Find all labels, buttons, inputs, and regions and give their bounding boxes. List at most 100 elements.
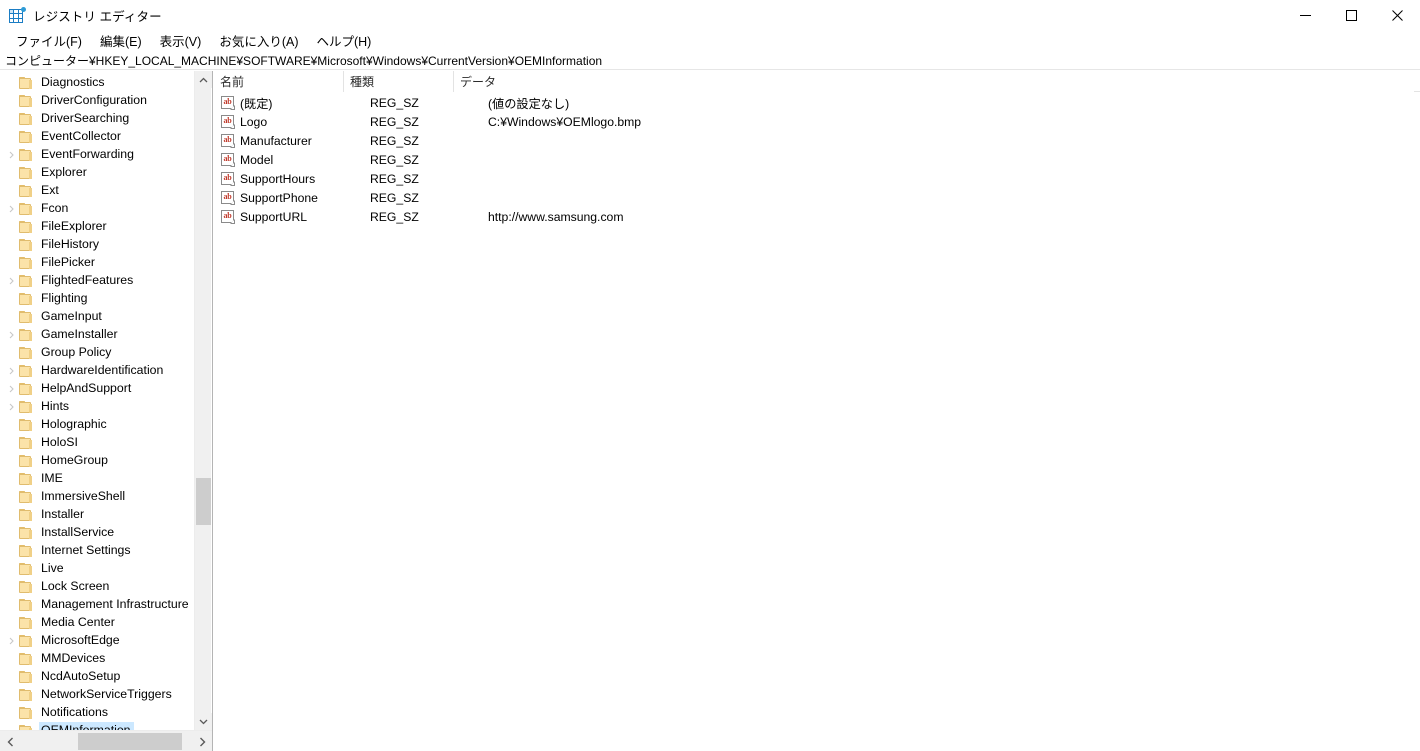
value-type: REG_SZ xyxy=(370,114,419,129)
tree-item-hardwareidentification[interactable]: HardwareIdentification xyxy=(0,362,195,380)
tree-item-filepicker[interactable]: FilePicker xyxy=(0,254,195,272)
tree-hscroll-thumb[interactable] xyxy=(78,733,182,750)
tree-item-label: Notifications xyxy=(41,705,108,719)
value-name: SupportPhone xyxy=(240,190,318,205)
address-bar[interactable]: コンピューター¥HKEY_LOCAL_MACHINE¥SOFTWARE¥Micr… xyxy=(0,51,1420,70)
value-type: REG_SZ xyxy=(370,133,419,148)
tree-item-helpandsupport[interactable]: HelpAndSupport xyxy=(0,380,195,398)
tree-vertical-scrollbar[interactable] xyxy=(194,71,212,730)
tree-item-internet-settings[interactable]: Internet Settings xyxy=(0,542,195,560)
tree-item-ext[interactable]: Ext xyxy=(0,182,195,200)
tree-scroll-thumb[interactable] xyxy=(196,478,211,525)
tree-indent-spacer xyxy=(5,218,18,236)
value-row[interactable]: ab Model REG_SZ xyxy=(214,150,1420,169)
tree-item-eventforwarding[interactable]: EventForwarding xyxy=(0,146,195,164)
column-header-name[interactable]: 名前 xyxy=(214,71,344,92)
tree-item-lock-screen[interactable]: Lock Screen xyxy=(0,578,195,596)
scroll-left-button[interactable] xyxy=(0,732,20,751)
tree-item-notifications[interactable]: Notifications xyxy=(0,704,195,722)
tree-item-fcon[interactable]: Fcon xyxy=(0,200,195,218)
tree-indent-spacer xyxy=(5,524,18,542)
tree-item-oeminformation[interactable]: OEMInformation xyxy=(0,722,195,730)
tree-item-gameinput[interactable]: GameInput xyxy=(0,308,195,326)
value-data: http://www.samsung.com xyxy=(488,209,624,224)
menu-item-1[interactable]: 編集(E) xyxy=(91,29,151,53)
tree-item-gameinstaller[interactable]: GameInstaller xyxy=(0,326,195,344)
tree-item-fileexplorer[interactable]: FileExplorer xyxy=(0,218,195,236)
column-header-type[interactable]: 種類 xyxy=(344,71,454,92)
tree-indent-spacer xyxy=(5,164,18,182)
tree-item-holographic[interactable]: Holographic xyxy=(0,416,195,434)
tree-item-label: InstallService xyxy=(41,525,115,539)
value-row[interactable]: ab SupportPhone REG_SZ xyxy=(214,188,1420,207)
tree-item-networkservicetriggers[interactable]: NetworkServiceTriggers xyxy=(0,686,195,704)
tree-item-installservice[interactable]: InstallService xyxy=(0,524,195,542)
main-content: Diagnostics DriverConfiguration DriverSear… xyxy=(0,71,1420,751)
tree-item-flightedfeatures[interactable]: FlightedFeatures xyxy=(0,272,195,290)
expand-chevron-icon[interactable] xyxy=(5,398,18,416)
expand-chevron-icon[interactable] xyxy=(5,326,18,344)
tree-item-microsoftedge[interactable]: MicrosoftEdge xyxy=(0,632,195,650)
value-row[interactable]: ab (既定) REG_SZ (値の設定なし) xyxy=(214,93,1420,112)
folder-icon xyxy=(18,562,34,576)
tree-item-label: OEMInformation xyxy=(39,722,134,730)
minimize-button[interactable] xyxy=(1282,0,1328,30)
folder-icon xyxy=(18,490,34,504)
value-row[interactable]: ab Manufacturer REG_SZ xyxy=(214,131,1420,150)
tree-item-hints[interactable]: Hints xyxy=(0,398,195,416)
column-header-data[interactable]: データ xyxy=(454,71,1414,92)
menu-item-4[interactable]: ヘルプ(H) xyxy=(307,29,380,53)
tree-item-media-center[interactable]: Media Center xyxy=(0,614,195,632)
tree-item-label: GameInstaller xyxy=(41,327,118,341)
scroll-up-button[interactable] xyxy=(195,71,212,88)
expand-chevron-icon[interactable] xyxy=(5,380,18,398)
tree-item-filehistory[interactable]: FileHistory xyxy=(0,236,195,254)
menu-item-2[interactable]: 表示(V) xyxy=(151,29,211,53)
tree-item-label: FlightedFeatures xyxy=(41,273,134,287)
folder-icon xyxy=(18,454,34,468)
folder-icon xyxy=(18,598,34,612)
tree-item-ncdautosetup[interactable]: NcdAutoSetup xyxy=(0,668,195,686)
tree-item-holosi[interactable]: HoloSI xyxy=(0,434,195,452)
expand-chevron-icon[interactable] xyxy=(5,272,18,290)
tree-item-diagnostics[interactable]: Diagnostics xyxy=(0,74,195,92)
value-data: C:¥Windows¥OEMlogo.bmp xyxy=(488,114,642,129)
expand-chevron-icon[interactable] xyxy=(5,362,18,380)
tree-item-installer[interactable]: Installer xyxy=(0,506,195,524)
tree-horizontal-scrollbar[interactable] xyxy=(0,730,212,751)
tree-item-homegroup[interactable]: HomeGroup xyxy=(0,452,195,470)
tree-item-label: DriverSearching xyxy=(41,111,130,125)
tree-item-flighting[interactable]: Flighting xyxy=(0,290,195,308)
expand-chevron-icon[interactable] xyxy=(5,146,18,164)
expand-chevron-icon[interactable] xyxy=(5,200,18,218)
tree-item-label: Hints xyxy=(41,399,70,413)
tree-item-label: Lock Screen xyxy=(41,579,110,593)
tree-item-label: NetworkServiceTriggers xyxy=(41,687,172,701)
folder-icon xyxy=(18,202,34,216)
menu-item-3[interactable]: お気に入り(A) xyxy=(210,29,307,53)
folder-icon xyxy=(18,382,34,396)
tree-item-driversearching[interactable]: DriverSearching xyxy=(0,110,195,128)
scroll-down-button[interactable] xyxy=(195,713,212,730)
tree-item-live[interactable]: Live xyxy=(0,560,195,578)
value-data: (値の設定なし) xyxy=(488,96,570,111)
value-row[interactable]: ab SupportHours REG_SZ xyxy=(214,169,1420,188)
tree-item-eventcollector[interactable]: EventCollector xyxy=(0,128,195,146)
value-row[interactable]: ab Logo REG_SZ C:¥Windows¥OEMlogo.bmp xyxy=(214,112,1420,131)
tree-item-management-infrastructure[interactable]: Management Infrastructure xyxy=(0,596,195,614)
tree-item-ime[interactable]: IME xyxy=(0,470,195,488)
tree-item-group-policy[interactable]: Group Policy xyxy=(0,344,195,362)
tree-item-explorer[interactable]: Explorer xyxy=(0,164,195,182)
folder-icon xyxy=(18,544,34,558)
tree-item-immersiveshell[interactable]: ImmersiveShell xyxy=(0,488,195,506)
value-row[interactable]: ab SupportURL REG_SZ http://www.samsung.com xyxy=(214,207,1420,226)
maximize-button[interactable] xyxy=(1328,0,1374,30)
menu-item-0[interactable]: ファイル(F) xyxy=(7,29,91,53)
tree-item-driverconfiguration[interactable]: DriverConfiguration xyxy=(0,92,195,110)
folder-icon xyxy=(18,688,34,702)
close-button[interactable] xyxy=(1374,0,1420,30)
tree-item-label: Live xyxy=(41,561,64,575)
scroll-right-button[interactable] xyxy=(192,732,212,751)
expand-chevron-icon[interactable] xyxy=(5,632,18,650)
tree-item-mmdevices[interactable]: MMDevices xyxy=(0,650,195,668)
